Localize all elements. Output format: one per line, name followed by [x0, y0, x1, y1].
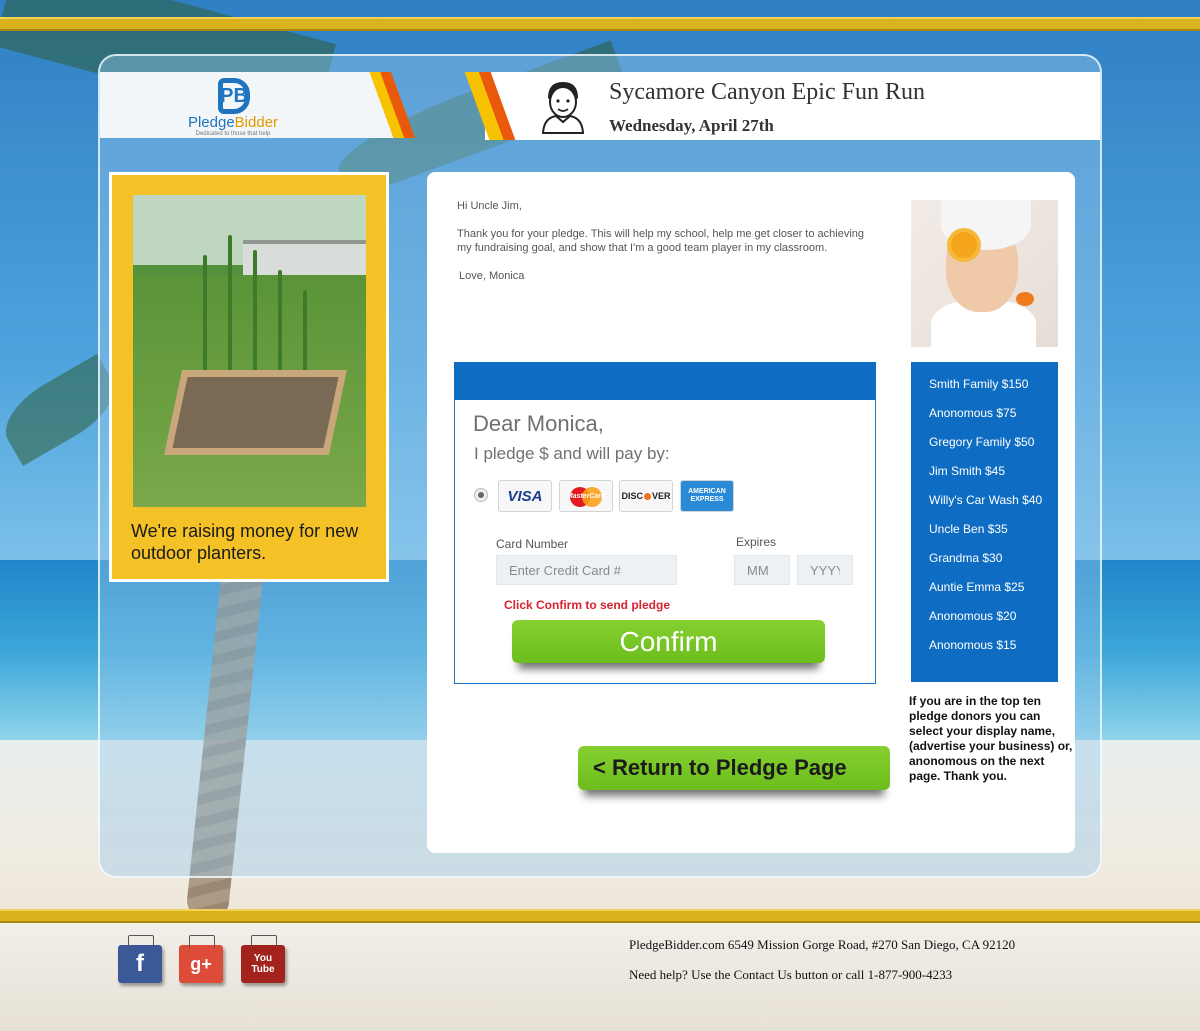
- donor-item: Grandma $30: [929, 551, 1003, 565]
- card-number-input[interactable]: [496, 555, 677, 585]
- expires-label: Expires: [736, 535, 777, 549]
- event-date: Wednesday, April 27th: [609, 116, 774, 135]
- footer-gold-bar: [0, 909, 1200, 923]
- donor-item: Gregory Family $50: [929, 435, 1035, 449]
- pledgebidder-logo[interactable]: PB PledgeBidder Dedicated to those that …: [178, 78, 288, 137]
- confirm-hint: Click Confirm to send pledge: [504, 598, 671, 612]
- top-gold-bar: [0, 17, 1200, 31]
- student-photo: [911, 200, 1058, 347]
- amex-card-logo[interactable]: AMERICAN EXPRESS: [680, 480, 734, 512]
- footer-help: Need help? Use the Contact Us button or …: [629, 967, 953, 982]
- student-avatar-icon: [541, 82, 585, 134]
- payment-method-radio[interactable]: [474, 488, 488, 502]
- student-letter: Hi Uncle Jim, Thank you for your pledge.…: [457, 199, 867, 297]
- return-to-pledge-page-button[interactable]: < Return to Pledge Page: [578, 746, 890, 790]
- confirm-button[interactable]: Confirm: [512, 620, 825, 663]
- logo-mark: PB: [218, 78, 250, 114]
- footer-address: PledgeBidder.com 6549 Mission Gorge Road…: [629, 937, 1016, 952]
- letter-body: Thank you for your pledge. This will hel…: [457, 228, 865, 254]
- google-plus-icon[interactable]: g+: [179, 935, 223, 983]
- logo-tagline: Dedicated to those that help: [195, 131, 271, 137]
- visa-card-logo[interactable]: VISA: [498, 480, 552, 512]
- card-number-label: Card Number: [496, 537, 569, 551]
- expiry-month-input[interactable]: [734, 555, 790, 585]
- donor-item: Anonomous $20: [929, 609, 1017, 623]
- event-title: Sycamore Canyon Epic Fun Run: [609, 79, 925, 105]
- donor-note: If you are in the top ten pledge donors …: [909, 694, 1073, 783]
- donor-item: Smith Family $150: [929, 377, 1029, 391]
- donor-item: Anonomous $75: [929, 406, 1017, 420]
- planter-photo: [133, 195, 366, 507]
- logo-name: PledgeBidder: [187, 114, 279, 131]
- mastercard-card-logo[interactable]: MasterCard: [559, 480, 613, 512]
- donor-item: Jim Smith $45: [929, 464, 1006, 478]
- donor-item: Willy's Car Wash $40: [929, 493, 1043, 507]
- donor-item: Uncle Ben $35: [929, 522, 1008, 536]
- youtube-icon[interactable]: You Tube: [241, 935, 285, 983]
- donor-item: Auntie Emma $25: [929, 580, 1025, 594]
- facebook-icon[interactable]: f: [118, 935, 162, 983]
- pledge-salutation: Dear Monica,: [473, 411, 604, 436]
- top-donors-list: Smith Family $150 Anonomous $75 Gregory …: [911, 362, 1058, 682]
- letter-signoff: Love, Monica: [459, 270, 525, 282]
- letter-greeting: Hi Uncle Jim,: [457, 200, 522, 212]
- pledge-form-header: [454, 362, 876, 400]
- pledge-statement: I pledge $ and will pay by:: [474, 444, 670, 463]
- discover-card-logo[interactable]: DISC VER: [619, 480, 673, 512]
- expiry-year-input[interactable]: [797, 555, 853, 585]
- project-caption: We're raising money for new outdoor plan…: [131, 521, 359, 563]
- donor-item: Anonomous $15: [929, 638, 1017, 652]
